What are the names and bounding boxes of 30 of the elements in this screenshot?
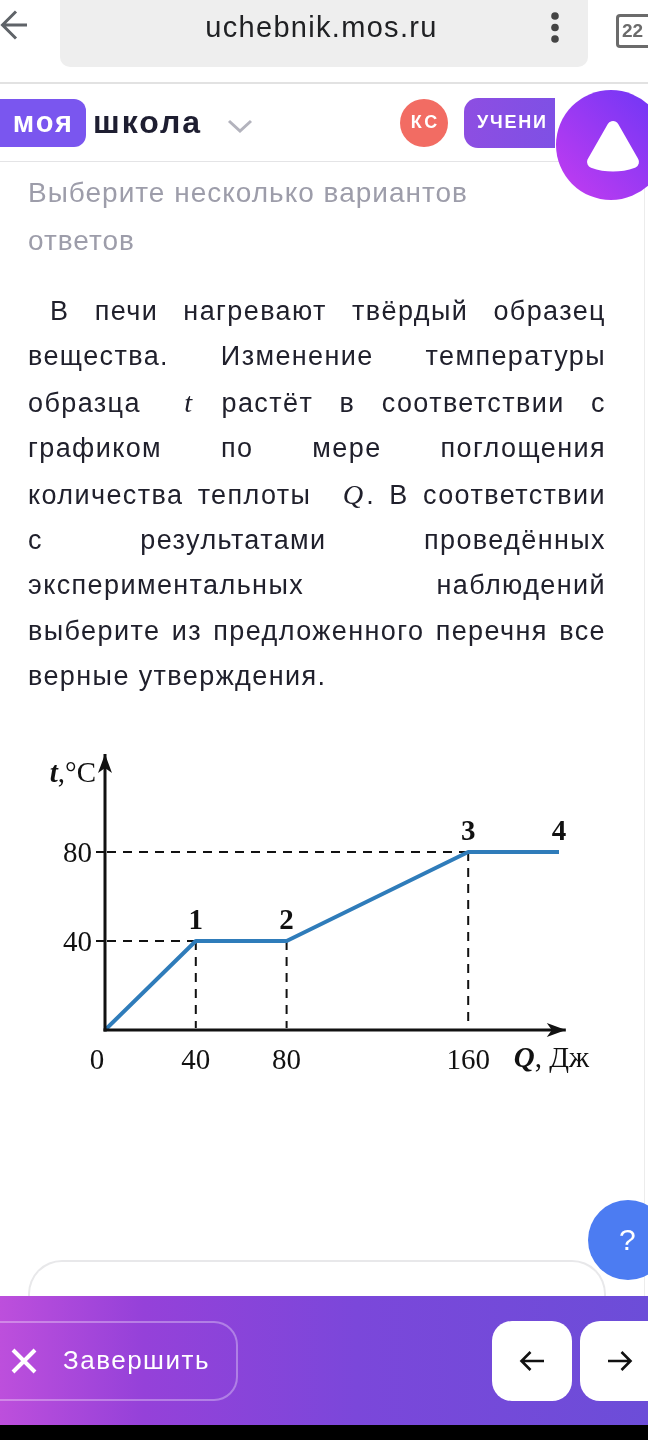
point-label: 4 bbox=[551, 815, 567, 845]
role-button[interactable]: УЧЕНИ bbox=[464, 97, 555, 148]
tick-label: 40 bbox=[181, 1044, 211, 1074]
axis-label: Q, Дж bbox=[513, 1042, 590, 1072]
axis-label: t,°C bbox=[49, 757, 96, 787]
tick-label: 160 bbox=[446, 1044, 490, 1074]
help-button[interactable]: ? bbox=[588, 1200, 648, 1280]
tick-label: 80 bbox=[63, 837, 92, 867]
tabs-button[interactable]: 22 bbox=[616, 14, 648, 48]
arrow-left-icon bbox=[519, 1349, 545, 1372]
url-field[interactable]: uchebnik.mos.ru bbox=[60, 0, 588, 67]
finish-button[interactable]: Завершить bbox=[0, 1320, 238, 1401]
point-label: 2 bbox=[279, 904, 294, 934]
arrow-left-icon[interactable] bbox=[0, 8, 28, 42]
previous-button[interactable] bbox=[492, 1320, 572, 1401]
instruction-text: Выберите несколько вариантов ответов bbox=[28, 176, 469, 258]
triangle-icon[interactable] bbox=[556, 90, 648, 200]
tick-label: 0 bbox=[89, 1044, 105, 1074]
point-label: 3 bbox=[460, 815, 476, 845]
logo-text: школа bbox=[93, 104, 203, 141]
question-text: В печи нагревают твёрдый образец вещества. Изменение температуры образца t растёт в соответствии с графиком по мере поглощения количества теплоты Q. В соответствии с результатами проведённых экспериментальных наблюдений выберите из предложенного перечня все верные утверждения. bbox=[28, 295, 606, 694]
logo-badge: моя bbox=[0, 98, 86, 147]
next-button[interactable] bbox=[580, 1320, 648, 1401]
point-label: 1 bbox=[188, 904, 204, 934]
arrow-right-icon bbox=[607, 1349, 633, 1372]
kebab-menu-icon[interactable] bbox=[551, 12, 559, 43]
tick-label: 80 bbox=[272, 1044, 302, 1074]
close-icon bbox=[10, 1346, 38, 1375]
user-avatar[interactable]: КС bbox=[400, 98, 448, 147]
tick-label: 40 bbox=[63, 926, 92, 956]
